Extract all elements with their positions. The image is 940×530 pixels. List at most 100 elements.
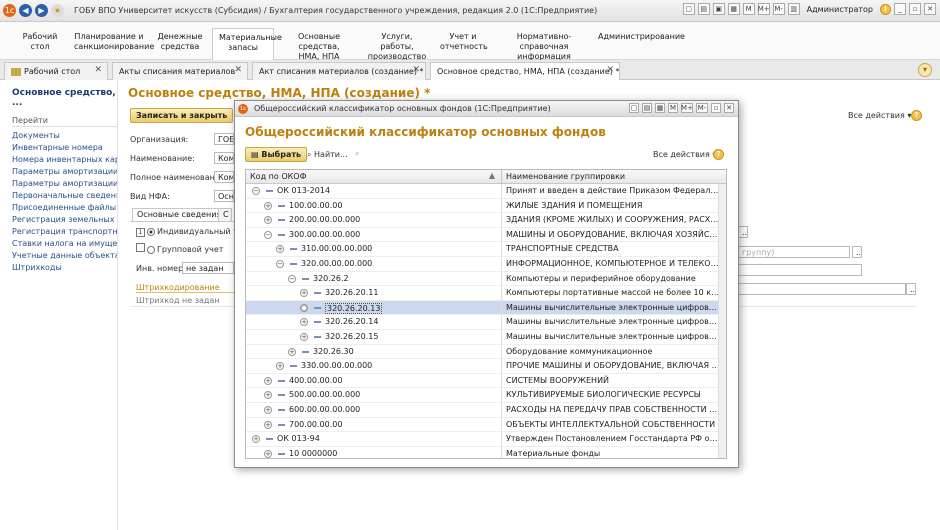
restore-icon[interactable]: ▫ [711, 103, 721, 113]
user-name[interactable]: Администратор [807, 5, 873, 14]
close-tab-icon[interactable]: ✕ [606, 65, 614, 75]
nav-link[interactable]: Штрихкоды [12, 262, 117, 274]
save-close-button[interactable]: Записать и закрыть [130, 108, 234, 123]
nav-link[interactable]: Учетные данные объекта ... [12, 250, 117, 262]
close-icon[interactable]: ✕ [724, 103, 734, 113]
expand-icon[interactable]: + [300, 289, 308, 298]
select-field-button[interactable]: ... [738, 226, 748, 238]
calculator-icon[interactable]: ▥ [787, 3, 800, 15]
table-row[interactable]: +500.00.00.00.000 КУЛЬТИВИРУЕМЫЕ БИОЛОГИЧ… [246, 388, 726, 403]
table-row[interactable]: +700.00.00.00 ОБЪЕКТЫ ИНТЕЛЛЕКТУАЛЬНОЙ СО… [246, 417, 726, 433]
col-code-header[interactable]: Код по ОКОФ ▲ [246, 170, 502, 183]
expand-icon[interactable]: + [252, 435, 260, 444]
nav-link[interactable]: Документы [12, 130, 117, 142]
back-icon[interactable]: ◀ [19, 4, 32, 17]
table-row[interactable]: +400.00.00.00 СИСТЕМЫ ВООРУЖЕНИЙ [246, 373, 726, 389]
menu-desktop[interactable]: Рабочий стол [20, 32, 60, 52]
close-icon[interactable]: ✕ [924, 3, 936, 15]
nav-link[interactable]: Первоначальные сведени... [12, 190, 117, 202]
info-icon[interactable]: i [880, 3, 891, 15]
expand-icon[interactable]: + [264, 216, 272, 225]
minimize-icon[interactable]: _ [894, 3, 906, 15]
long-field[interactable] [738, 283, 906, 295]
save-icon[interactable]: ▣ [712, 3, 725, 15]
extra-field[interactable] [738, 264, 862, 276]
expand-icon[interactable]: + [300, 332, 308, 341]
radio-selected[interactable] [147, 227, 155, 236]
menu-fixed-assets[interactable]: Основные средства, НМА, НПА [282, 32, 356, 62]
table-row[interactable]: − 300.00.00.00.000 МАШИНЫ И ОБОРУДОВАНИЕ, … [246, 227, 726, 243]
fullname-field[interactable]: Комп [214, 171, 234, 183]
collapse-icon[interactable]: − [288, 274, 296, 283]
expand-icon[interactable]: + [276, 362, 284, 371]
mem-plus-icon[interactable]: M+ [757, 3, 770, 15]
expand-icon[interactable]: + [264, 405, 272, 414]
nav-link[interactable]: Регистрация транспортны... [12, 226, 117, 238]
table-row[interactable]: +200.00.00.00.000 ЗДАНИЯ (КРОМЕ ЖИЛЫХ) И … [246, 213, 726, 228]
mem-minus-icon[interactable]: M- [772, 3, 785, 15]
mem-icon[interactable]: M [742, 3, 755, 15]
table-row[interactable]: − 320.26.2 Компьютеры и периферийное обору… [246, 271, 726, 287]
table-row[interactable]: − 320.00.00.00.000 ИНФОРМАЦИОННОЕ, КОМПЬЮТ… [246, 256, 726, 272]
print-icon[interactable]: ▤ [697, 3, 710, 15]
expand-icon[interactable]: + [300, 318, 308, 327]
table-row[interactable]: + ОК 013-94 Утвержден Постановлением Госст… [246, 432, 726, 447]
leaf-icon[interactable]: ○ [300, 303, 308, 312]
find-button[interactable]: ⌕ Найти... [307, 150, 348, 160]
expand-icon[interactable]: + [264, 391, 272, 400]
cancel-search-icon[interactable]: ⌕ [355, 149, 359, 159]
org-field[interactable]: ГОБУ [214, 133, 234, 145]
calendar-icon[interactable]: ▦ [655, 103, 665, 113]
table-row[interactable]: +100.00.00.00 ЖИЛЫЕ ЗДАНИЯ И ПОМЕЩЕНИЯ [246, 198, 726, 214]
select-button[interactable]: ▤ Выбрать [245, 147, 308, 162]
mem-icon[interactable]: M [668, 103, 678, 113]
tabs-list-icon[interactable]: ▾ [918, 63, 932, 77]
expand-icon[interactable]: + [264, 376, 272, 385]
nav-link[interactable]: Параметры амортизации ... [12, 178, 117, 190]
menu-services[interactable]: Услуги, работы, производство [364, 32, 430, 62]
table-row[interactable]: +320.26.30 Оборудование коммуникационное [246, 344, 726, 360]
collapse-icon[interactable]: − [252, 187, 260, 195]
nav-link[interactable]: Присоединенные файлы [12, 202, 117, 214]
restore-icon[interactable]: ▫ [909, 3, 921, 15]
menu-admin[interactable]: Администрирование [598, 32, 685, 42]
expand-icon[interactable]: + [264, 201, 272, 210]
nfa-field[interactable]: Осно [214, 190, 234, 202]
expand-icon[interactable]: + [264, 420, 272, 429]
close-tab-icon[interactable]: ✕ [94, 65, 102, 75]
table-row[interactable]: − ОК 013-2014 Принят и введен в действие П… [246, 184, 726, 199]
tab-fixed-asset-new[interactable]: Основное средство, НМА, НПА (создание) *… [430, 62, 620, 80]
calendar-icon[interactable]: ▦ [727, 3, 740, 15]
table-row[interactable]: +320.26.20.14 Машины вычислительные элект… [246, 315, 726, 330]
forward-icon[interactable]: ▶ [35, 4, 48, 17]
print-icon[interactable]: ▤ [642, 103, 652, 113]
collapse-icon[interactable]: − [264, 230, 272, 239]
expand-icon[interactable]: + [264, 449, 272, 458]
inv-field[interactable]: не задан [182, 262, 234, 274]
nav-link[interactable]: Номера инвентарных кар... [12, 154, 117, 166]
menu-materials[interactable]: Материальные запасы [212, 28, 282, 61]
mem-minus-icon[interactable]: M- [696, 103, 708, 113]
group-select-button[interactable]: ... [852, 246, 862, 258]
nav-link[interactable]: Инвентарные номера [12, 142, 117, 154]
favorites-icon[interactable]: ★ [51, 4, 64, 17]
dialog-help-icon[interactable]: ? [713, 149, 724, 160]
help-icon[interactable]: ? [911, 110, 922, 121]
menu-cash[interactable]: Денежные средства [157, 32, 203, 52]
long-field-select-button[interactable]: ... [906, 283, 916, 295]
nav-link[interactable]: Параметры амортизации ... [12, 166, 117, 178]
tab-write-off-acts[interactable]: Акты списания материалов ✕ [112, 62, 248, 80]
close-tab-icon[interactable]: ✕ [412, 65, 420, 75]
table-row[interactable]: +330.00.00.00.000 ПРОЧИЕ МАШИНЫ И ОБОРУДО… [246, 359, 726, 374]
tab-write-off-act-new[interactable]: Акт списания материалов (создание) * ✕ [252, 62, 426, 80]
menu-reference[interactable]: Нормативно-справочная информация [498, 32, 590, 62]
tab-main-info[interactable]: Основные сведения [132, 208, 227, 221]
menu-planning[interactable]: Планирование и санкционирование [74, 32, 154, 52]
all-actions-menu[interactable]: Все действия ▾ [848, 111, 911, 120]
close-tab-icon[interactable]: ✕ [234, 65, 242, 75]
link-icon[interactable]: ▢ [629, 103, 639, 113]
dialog-all-actions[interactable]: Все действия ▾ [653, 150, 716, 159]
mem-plus-icon[interactable]: M+ [681, 103, 693, 113]
link-icon[interactable]: ▢ [682, 3, 695, 15]
nav-link[interactable]: Регистрация земельных у... [12, 214, 117, 226]
